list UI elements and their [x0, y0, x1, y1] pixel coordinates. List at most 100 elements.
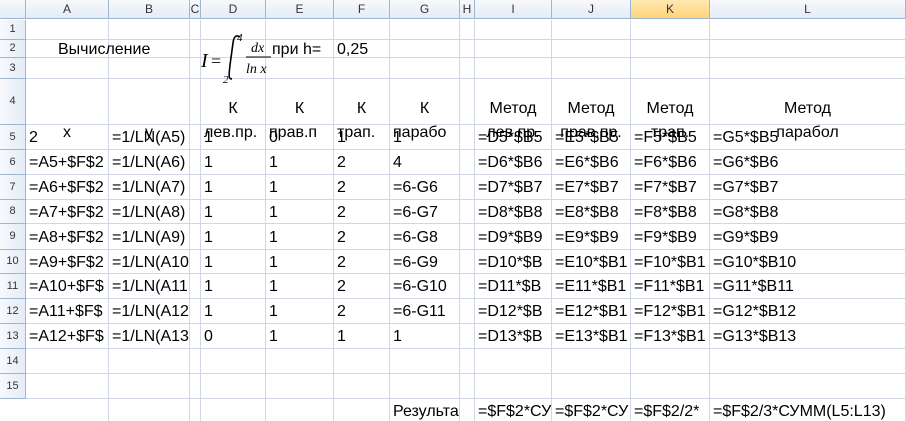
row-header-4[interactable]: 4	[0, 79, 26, 125]
cell-l5[interactable]: =G5*$B5	[713, 128, 905, 147]
cell-i8[interactable]: =D8*$B8	[478, 203, 551, 222]
cell-b8[interactable]: =1/LN(A8)	[112, 203, 189, 222]
cell-l8[interactable]: =G8*$B8	[713, 203, 905, 222]
cell-f6[interactable]: 2	[337, 153, 389, 172]
cell-l7[interactable]: =G7*$B7	[713, 178, 905, 197]
cell-f13[interactable]: 1	[337, 327, 389, 346]
cell-g11[interactable]: =6-G10	[393, 277, 459, 296]
cell-i9[interactable]: =D9*$B9	[478, 228, 551, 247]
cell-d12[interactable]: 1	[204, 302, 265, 321]
cell-a6[interactable]: =A5+$F$2	[29, 153, 108, 172]
cell-e7[interactable]: 1	[269, 178, 333, 197]
cell-i12[interactable]: =D12*$B	[478, 302, 551, 321]
cell-d5[interactable]: 1	[204, 128, 265, 147]
cell-j5[interactable]: =E5*$B5	[555, 128, 630, 147]
cell-g12[interactable]: =6-G11	[393, 302, 459, 321]
cell-j11[interactable]: =E11*$B1	[555, 277, 630, 296]
result-cell-k[interactable]: =$F$2/2*	[634, 402, 709, 421]
cell-k6[interactable]: =F6*$B6	[634, 153, 709, 172]
result-cell-l[interactable]: =$F$2/3*СУММ(L5:L13)	[713, 402, 905, 421]
cell-a11[interactable]: =A10+$F$	[29, 277, 108, 296]
h-value-cell[interactable]: 0,25	[337, 40, 387, 59]
row-header-13[interactable]: 13	[0, 324, 26, 349]
row-header-14[interactable]: 14	[0, 349, 26, 374]
cell-k9[interactable]: =F9*$B9	[634, 228, 709, 247]
cell-a13[interactable]: =A12+$F$	[29, 327, 108, 346]
cell-a8[interactable]: =A7+$F$2	[29, 203, 108, 222]
cell-g10[interactable]: =6-G9	[393, 253, 459, 272]
select-all-corner[interactable]	[0, 0, 26, 19]
cell-k8[interactable]: =F8*$B8	[634, 203, 709, 222]
cell-d13[interactable]: 0	[204, 327, 265, 346]
cell-g6[interactable]: 4	[393, 153, 459, 172]
row-header-5[interactable]: 5	[0, 125, 26, 150]
column-header-l[interactable]: L	[710, 0, 906, 19]
column-header-k[interactable]: K	[631, 0, 710, 19]
cell-b5[interactable]: =1/LN(A5)	[112, 128, 189, 147]
cell-f11[interactable]: 2	[337, 277, 389, 296]
cell-a9[interactable]: =A8+$F$2	[29, 228, 108, 247]
cell-f12[interactable]: 2	[337, 302, 389, 321]
cell-e11[interactable]: 1	[269, 277, 333, 296]
column-header-a[interactable]: A	[26, 0, 109, 19]
cell-b10[interactable]: =1/LN(A10	[112, 253, 189, 272]
cell-e6[interactable]: 1	[269, 153, 333, 172]
cell-b12[interactable]: =1/LN(A12	[112, 302, 189, 321]
cell-d7[interactable]: 1	[204, 178, 265, 197]
row-header-2[interactable]: 2	[0, 40, 26, 58]
cell-j9[interactable]: =E9*$B9	[555, 228, 630, 247]
cell-l11[interactable]: =G11*$B11	[713, 277, 905, 296]
title-cell[interactable]: Вычисление	[58, 40, 198, 59]
cell-k13[interactable]: =F13*$B1	[634, 327, 709, 346]
row-header-12[interactable]: 12	[0, 299, 26, 324]
cell-d9[interactable]: 1	[204, 228, 265, 247]
cell-j6[interactable]: =E6*$B6	[555, 153, 630, 172]
cell-i7[interactable]: =D7*$B7	[478, 178, 551, 197]
cell-i5[interactable]: =D5*$B5	[478, 128, 551, 147]
col-title-top-e[interactable]: К	[266, 99, 333, 118]
col-title-top-j[interactable]: Метод	[552, 99, 630, 118]
column-header-g[interactable]: G	[390, 0, 460, 19]
column-header-d[interactable]: D	[201, 0, 266, 19]
cell-i6[interactable]: =D6*$B6	[478, 153, 551, 172]
result-cell-i[interactable]: =$F$2*СУ	[478, 402, 551, 421]
cell-k7[interactable]: =F7*$B7	[634, 178, 709, 197]
column-header-b[interactable]: B	[109, 0, 190, 19]
cell-d8[interactable]: 1	[204, 203, 265, 222]
cell-a5[interactable]: 2	[29, 128, 108, 147]
cell-a7[interactable]: =A6+$F$2	[29, 178, 108, 197]
result-cell-g[interactable]: Результа	[393, 402, 459, 421]
cell-b9[interactable]: =1/LN(A9)	[112, 228, 189, 247]
cell-l9[interactable]: =G9*$B9	[713, 228, 905, 247]
cell-f8[interactable]: 2	[337, 203, 389, 222]
cell-i10[interactable]: =D10*$B	[478, 253, 551, 272]
cell-a12[interactable]: =A11+$F$	[29, 302, 108, 321]
col-title-top-g[interactable]: К	[390, 99, 459, 118]
cell-j8[interactable]: =E8*$B8	[555, 203, 630, 222]
cell-e8[interactable]: 1	[269, 203, 333, 222]
column-header-h[interactable]: H	[460, 0, 475, 19]
cell-d11[interactable]: 1	[204, 277, 265, 296]
cell-k12[interactable]: =F12*$B1	[634, 302, 709, 321]
cell-l10[interactable]: =G10*$B10	[713, 253, 905, 272]
cell-j13[interactable]: =E13*$B1	[555, 327, 630, 346]
row-header-7[interactable]: 7	[0, 175, 26, 200]
cell-f10[interactable]: 2	[337, 253, 389, 272]
row-header-10[interactable]: 10	[0, 250, 26, 274]
column-header-e[interactable]: E	[266, 0, 334, 19]
cell-g7[interactable]: =6-G6	[393, 178, 459, 197]
cell-f7[interactable]: 2	[337, 178, 389, 197]
row-header-6[interactable]: 6	[0, 150, 26, 175]
cell-j10[interactable]: =E10*$B1	[555, 253, 630, 272]
result-cell-j[interactable]: =$F$2*СУ	[555, 402, 630, 421]
col-title-top-f[interactable]: К	[334, 99, 389, 118]
cell-g8[interactable]: =6-G7	[393, 203, 459, 222]
cell-k11[interactable]: =F11*$B1	[634, 277, 709, 296]
cell-l12[interactable]: =G12*$B12	[713, 302, 905, 321]
row-header-8[interactable]: 8	[0, 200, 26, 224]
cell-g5[interactable]: 1	[393, 128, 459, 147]
cell-a10[interactable]: =A9+$F$2	[29, 253, 108, 272]
cell-e10[interactable]: 1	[269, 253, 333, 272]
col-title-top-d[interactable]: К	[201, 99, 265, 118]
cell-g9[interactable]: =6-G8	[393, 228, 459, 247]
